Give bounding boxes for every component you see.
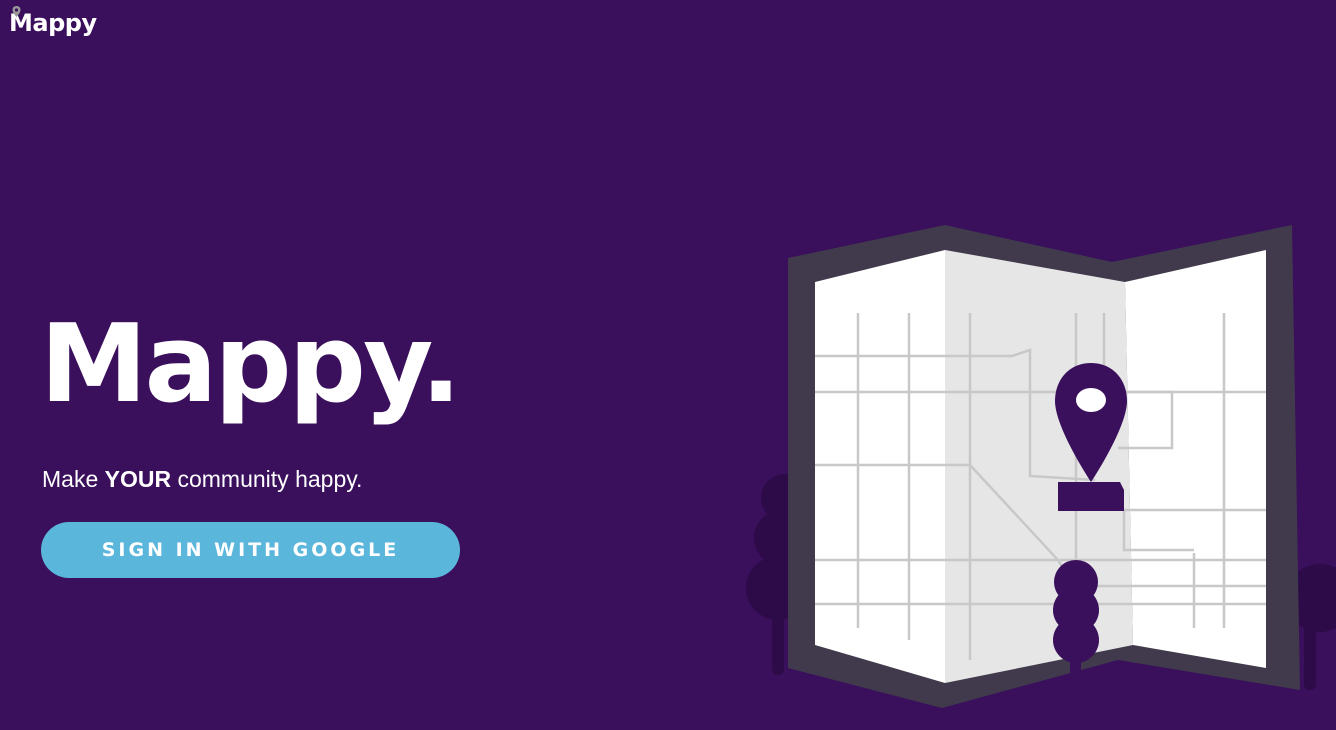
tagline-emphasis: YOUR [104, 466, 172, 492]
map-panel-left [815, 250, 945, 683]
nav-logo-link[interactable]: Mappy [9, 6, 97, 40]
folded-map-illustration [746, 225, 1336, 708]
landing-page: Mappy Mappy. Make YOUR community happy. … [0, 0, 1336, 730]
tagline-prefix: Make [42, 466, 105, 492]
tagline-suffix: community happy. [171, 466, 363, 492]
sign-in-with-google-button[interactable]: SIGN IN WITH GOOGLE [41, 522, 460, 578]
map-panel-right [1125, 250, 1266, 668]
hero-tagline: Make YOUR community happy. [42, 464, 362, 494]
map-pin-icon [12, 6, 21, 17]
hero-title: Mappy. [40, 302, 461, 427]
nav-logo-text: Mappy [9, 9, 97, 37]
location-pin-icon [1055, 363, 1127, 511]
tree-icon [1053, 560, 1099, 700]
